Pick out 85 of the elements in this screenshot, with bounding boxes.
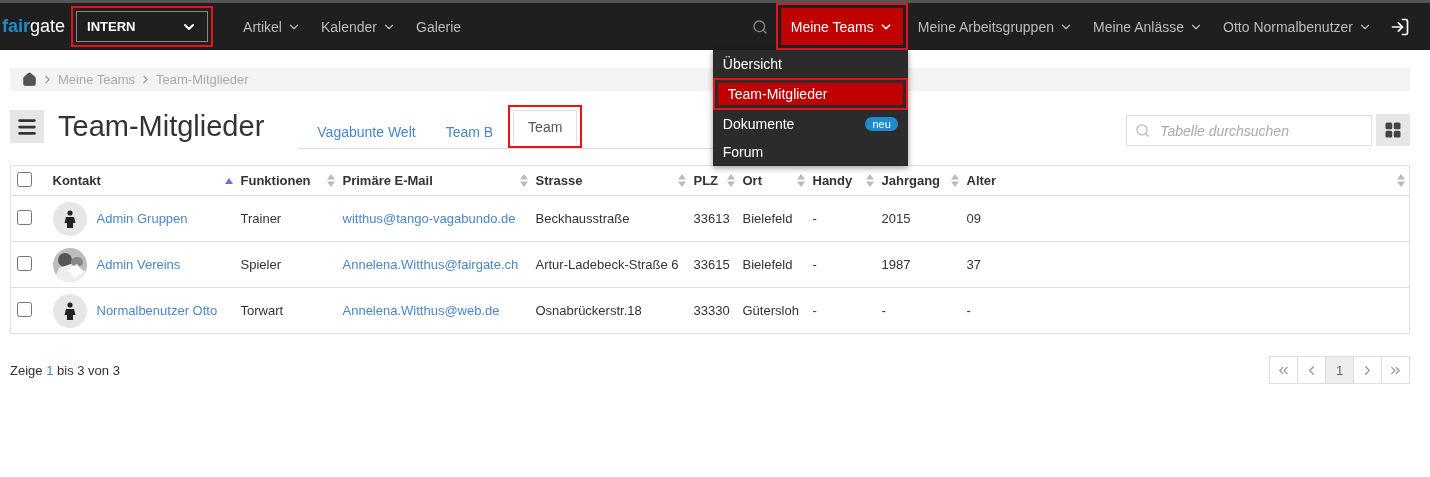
row-checkbox[interactable]	[17, 301, 32, 317]
contact-link[interactable]: Admin Gruppen	[96, 211, 188, 226]
column-header[interactable]: Handy	[812, 173, 853, 188]
email-link[interactable]: Annelena.Witthus@web.de	[342, 303, 500, 318]
tab[interactable]: Vagabunte Welt	[302, 115, 431, 148]
table-cell: Torwart	[240, 303, 284, 318]
table-cell: Artur-Ladebeck-Straße 6	[535, 257, 679, 272]
nav-item[interactable]: Meine Teams	[780, 8, 903, 45]
table-cell: 2015	[881, 211, 911, 226]
table-cell: Bielefeld	[742, 257, 793, 272]
contact-link[interactable]: Normalbenutzer Otto	[96, 303, 218, 318]
table-cell: -	[812, 303, 817, 318]
page-title: Team-Mitglieder	[58, 110, 265, 143]
menu-item[interactable]: Übersicht	[712, 50, 908, 78]
table-cell: 33615	[693, 257, 730, 272]
email-link[interactable]: witthus@tango-vagabundo.de	[342, 211, 516, 226]
sort-ascending-icon[interactable]	[224, 177, 233, 184]
search-field[interactable]: Tabelle durchsuchen	[1126, 115, 1372, 146]
column-header[interactable]: Primäre E-Mail	[342, 173, 433, 188]
table-cell: -	[812, 257, 817, 272]
prev-page-button[interactable]	[1297, 356, 1326, 384]
sort-icon[interactable]	[726, 174, 735, 187]
entries-info: Zeige 1 bis 3 von 3	[10, 362, 120, 378]
grid-icon	[1384, 121, 1402, 139]
table-cell: -	[881, 303, 886, 318]
brand-logo[interactable]: fairgate	[0, 16, 72, 37]
table-cell: 33613	[693, 211, 730, 226]
menu-button[interactable]	[10, 110, 44, 143]
table-cell: Gütersloh	[742, 303, 799, 318]
last-page-button[interactable]	[1381, 356, 1410, 384]
menu-item-label: Dokumente	[722, 116, 795, 132]
table-cell: Bielefeld	[742, 211, 793, 226]
sort-icon[interactable]	[796, 174, 805, 187]
row-checkbox[interactable]	[17, 255, 32, 271]
table-cell: -	[966, 303, 971, 318]
sort-icon[interactable]	[1397, 174, 1405, 187]
menu-item[interactable]: Dokumente neu	[712, 110, 908, 138]
menu-item[interactable]: Team-Mitglieder	[717, 83, 903, 105]
first-page-button[interactable]	[1269, 356, 1298, 384]
table-cell: 09	[966, 211, 981, 226]
sort-icon[interactable]	[677, 174, 686, 187]
table-cell: Beckhausstraße	[535, 211, 630, 226]
table-cell: 33330	[693, 303, 730, 318]
sort-icon[interactable]	[519, 174, 528, 187]
next-page-button[interactable]	[1353, 356, 1382, 384]
menu-item[interactable]: Forum	[712, 138, 908, 166]
search-icon	[1135, 122, 1151, 139]
nav-item[interactable]: Otto Normalbenutzer	[1213, 3, 1382, 50]
sort-icon[interactable]	[950, 174, 959, 187]
sort-icon[interactable]	[865, 174, 874, 187]
page-button[interactable]: 1	[1325, 356, 1354, 384]
nav-item[interactable]: Artikel	[233, 3, 311, 50]
tab[interactable]: Team	[513, 110, 578, 143]
contact-link[interactable]: Admin Vereins	[96, 257, 181, 272]
nav-item[interactable]: Meine Anlässe	[1083, 3, 1214, 50]
column-header[interactable]: Alter	[966, 173, 997, 188]
select-all-checkbox[interactable]	[17, 171, 32, 187]
tab[interactable]: Team B	[430, 115, 509, 148]
nav-item[interactable]: Kalender	[310, 3, 406, 50]
person-icon	[63, 209, 76, 228]
column-header[interactable]: Funktionen	[240, 173, 311, 188]
table-cell: Trainer	[240, 211, 282, 226]
nav-item[interactable]: Meine Arbeitsgruppen	[907, 3, 1083, 50]
email-link[interactable]: Annelena.Witthus@fairgate.ch	[342, 257, 519, 272]
table-cell: -	[812, 211, 817, 226]
column-header[interactable]: Strasse	[535, 173, 583, 188]
sort-icon[interactable]	[326, 174, 335, 187]
menu-item-label: Übersicht	[722, 56, 782, 72]
table-cell: Spieler	[240, 257, 281, 272]
column-header[interactable]: Jahrgang	[881, 173, 940, 188]
column-header[interactable]: Kontakt	[52, 173, 101, 188]
table-cell: 37	[966, 257, 981, 272]
nav-item[interactable]: Galerie	[406, 3, 472, 50]
organization-select[interactable]: INTERN	[76, 11, 209, 42]
menu-item-label: Forum	[722, 144, 764, 160]
row-checkbox[interactable]	[17, 209, 32, 225]
person-icon	[63, 301, 76, 320]
home-icon[interactable]	[22, 72, 37, 87]
column-header[interactable]: PLZ	[693, 173, 719, 188]
column-settings-button[interactable]	[1376, 114, 1410, 146]
table-cell: 1987	[881, 257, 911, 272]
table-cell: Osnabrückerstr.18	[535, 303, 642, 318]
new-badge: neu	[865, 117, 898, 131]
column-header[interactable]: Ort	[742, 173, 762, 188]
menu-item-label: Team-Mitglieder	[727, 86, 828, 102]
